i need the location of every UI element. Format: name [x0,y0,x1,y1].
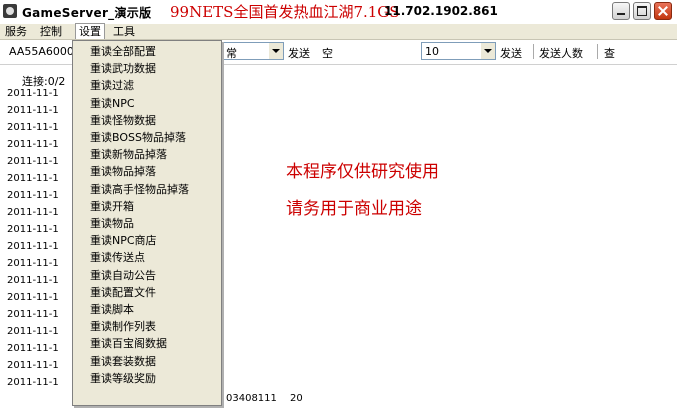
log-row-divider [222,311,227,321]
query-button[interactable]: 查 [604,45,615,61]
log-row-divider [222,192,227,202]
log-row-divider [222,328,227,338]
chevron-down-icon[interactable] [481,43,495,59]
settings-menu-item[interactable]: 重读物品掉落 [90,163,156,180]
settings-menu-item[interactable]: 重读开箱 [90,198,134,215]
log-row: 2011-11-1 [7,173,59,184]
send-count-button[interactable]: 发送 [500,45,522,61]
log-row: 2011-11-1 [7,326,59,337]
menu-tools[interactable]: 工具 [110,24,138,39]
menu-service[interactable]: 服务 [2,24,30,39]
menu-bar: 服务 控制 设置 工具 [0,23,677,40]
settings-menu-item[interactable]: 重读武功数据 [90,60,156,77]
menu-control[interactable]: 控制 [37,24,65,39]
send-button[interactable]: 发送 [288,45,310,61]
log-row: 2011-11-1 [7,122,59,133]
log-row-divider [222,175,227,185]
maximize-icon[interactable] [633,2,651,20]
log-row: 2011-11-1 [7,309,59,320]
count-select[interactable]: 10 [421,42,496,60]
log-row-divider [222,124,227,134]
settings-menu-item[interactable]: 重读物品 [90,215,134,232]
log-row-divider [222,209,227,219]
settings-menu-item[interactable]: 重读套装数据 [90,353,156,370]
settings-menu-item[interactable]: 重读制作列表 [90,318,156,335]
connection-status: 连接:0/2 [22,75,66,88]
log-row-divider [222,277,227,287]
log-row-divider [222,294,227,304]
toolbar-separator [597,44,598,59]
log-suffix: 03408111 [226,393,277,404]
settings-menu-item[interactable]: 重读NPC商店 [90,232,157,249]
log-row: 2011-11-1 [7,360,59,371]
log-row: 2011-11-1 [7,258,59,269]
title-bar: GameServer_演示版 99NETS全国首发热血江湖7.1GS 11.70… [0,0,677,24]
log-row: 2011-11-1 [7,207,59,218]
settings-menu-item[interactable]: 重读自动公告 [90,267,156,284]
settings-menu-item[interactable]: 重读怪物数据 [90,112,156,129]
id-field[interactable]: AA55A60000 [9,45,81,58]
settings-menu-item[interactable]: 重读等级奖励 [90,370,156,387]
message-input[interactable]: 空 [318,42,418,60]
settings-menu-item[interactable]: 重读传送点 [90,249,145,266]
log-row-divider [222,141,227,151]
settings-menu-item[interactable]: 重读配置文件 [90,284,156,301]
menu-settings[interactable]: 设置 [75,23,105,39]
settings-menu-item[interactable]: 重读脚本 [90,301,134,318]
app-icon [3,4,17,18]
close-icon[interactable] [654,2,672,20]
log-row-divider [222,90,227,100]
log-row-divider [222,107,227,117]
toolbar-separator [533,44,534,59]
log-row: 2011-11-1 [7,88,59,99]
window-title: GameServer_演示版 [22,6,152,20]
settings-menu: 重读全部配置 重读武功数据 重读过滤 重读NPC 重读怪物数据 重读BOSS物品掉落 重读新… [72,40,222,406]
settings-menu-item[interactable]: 重读百宝阁数据 [90,335,167,352]
send-players-button[interactable]: 发送人数 [539,45,583,61]
notice-line-2: 请务用于商业用途 [286,199,422,219]
log-row-divider [222,362,227,372]
notice-line-1: 本程序仅供研究使用 [286,162,439,182]
log-row-divider [222,379,227,389]
settings-menu-item[interactable]: 重读新物品掉落 [90,146,167,163]
log-row: 2011-11-1 [7,224,59,235]
title-version: 11.702.1902.861 [384,4,498,18]
chevron-down-icon[interactable] [269,43,283,59]
log-row: 2011-11-1 [7,377,59,388]
settings-menu-item[interactable]: 重读BOSS物品掉落 [90,129,186,146]
log-row: 2011-11-1 [7,105,59,116]
log-row: 2011-11-1 [7,139,59,150]
log-row: 2011-11-1 [7,292,59,303]
log-row-divider [222,243,227,253]
log-row: 2011-11-1 [7,190,59,201]
log-row-divider [222,260,227,270]
log-row-divider [222,226,227,236]
log-row-divider [222,345,227,355]
log-row: 2011-11-1 [7,241,59,252]
settings-menu-item[interactable]: 重读NPC [90,95,135,112]
log-row-divider [222,158,227,168]
log-row: 2011-11-1 [7,343,59,354]
title-promo: 99NETS全国首发热血江湖7.1GS [170,3,400,21]
settings-menu-item[interactable]: 重读过滤 [90,77,134,94]
settings-menu-item[interactable]: 重读全部配置 [90,43,156,60]
log-row: 2011-11-1 [7,156,59,167]
minimize-icon[interactable] [612,2,630,20]
settings-menu-item[interactable]: 重读高手怪物品掉落 [90,181,189,198]
log-row: 2011-11-1 [7,275,59,286]
log-suffix: 20 [290,393,303,404]
mode-select[interactable]: 常 [222,42,284,60]
